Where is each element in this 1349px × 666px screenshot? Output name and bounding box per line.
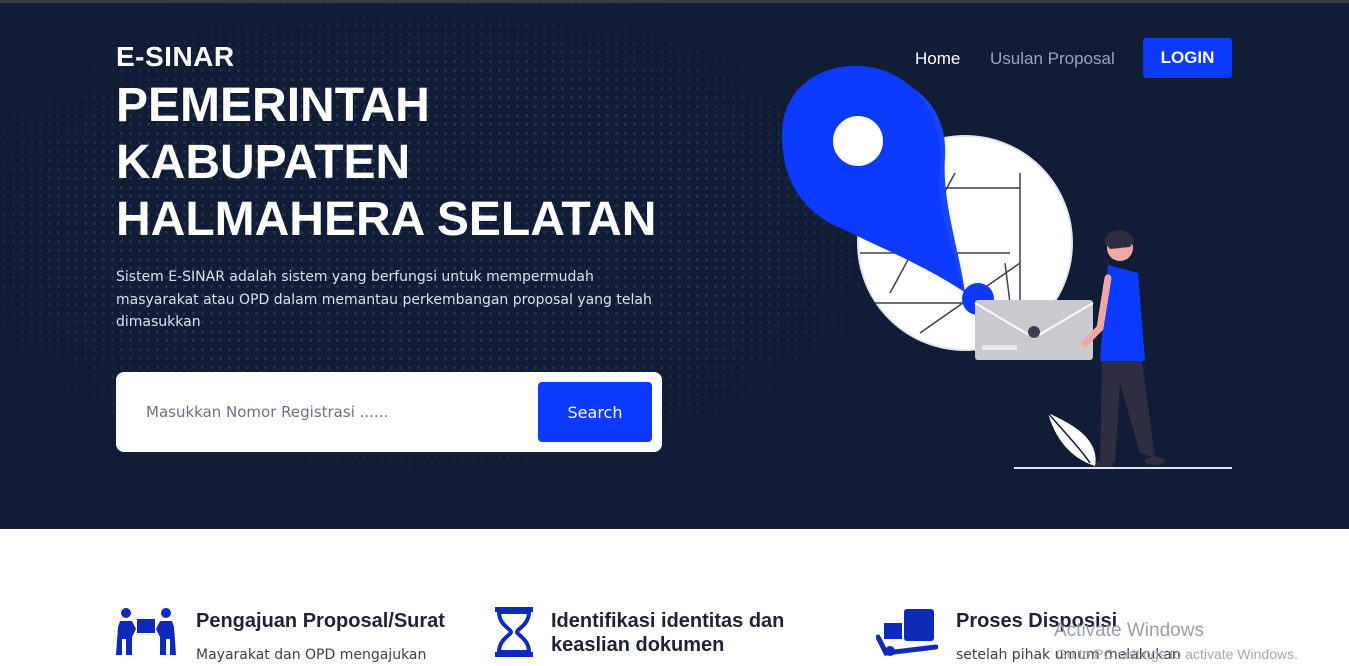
people-carry-icon bbox=[116, 608, 176, 655]
feature-title: Pengajuan Proposal/Surat bbox=[196, 610, 445, 632]
search-container: Search bbox=[116, 372, 662, 452]
activate-windows-subtitle: Go to PC settings to activate Windows. bbox=[1056, 646, 1298, 662]
activate-windows-title: Activate Windows bbox=[1054, 620, 1204, 641]
hero-section: E-SINAR PEMERINTAH KABUPATEN HALMAHERA S… bbox=[0, 3, 1349, 529]
title-line-1: PEMERINTAH bbox=[116, 79, 430, 132]
hourglass-icon bbox=[495, 607, 533, 657]
title-line-3: HALMAHERA SELATAN bbox=[116, 193, 657, 246]
dolly-icon bbox=[876, 609, 938, 656]
registration-number-input[interactable] bbox=[146, 394, 526, 430]
feature-title-line-1: Identifikasi identitas dan bbox=[551, 610, 785, 632]
page-title: PEMERINTAH KABUPATEN HALMAHERA SELATAN bbox=[116, 77, 716, 248]
search-button[interactable]: Search bbox=[538, 382, 652, 442]
hero-description: Sistem E-SINAR adalah sistem yang berfun… bbox=[116, 269, 652, 330]
feature-title-line-2: keaslian dokumen bbox=[551, 634, 725, 656]
title-line-2: KABUPATEN bbox=[116, 136, 411, 189]
location-person-illustration bbox=[781, 65, 1232, 469]
feature-text: Mayarakat dan OPD mengajukan bbox=[196, 647, 427, 663]
